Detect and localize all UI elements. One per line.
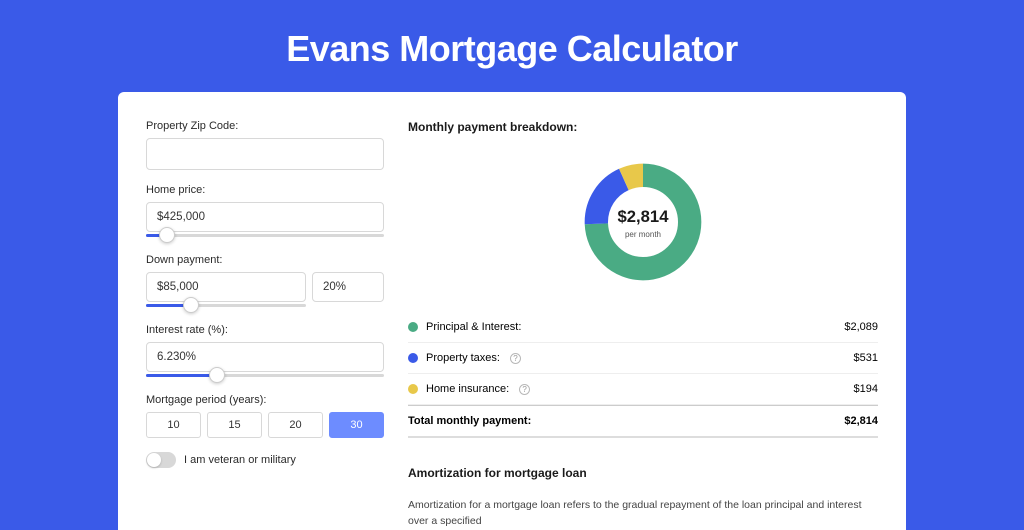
home-price-label: Home price: <box>146 184 384 196</box>
down-payment-input[interactable] <box>146 272 306 302</box>
legend-value: $194 <box>854 383 878 395</box>
donut-center-sub: per month <box>625 230 661 239</box>
down-payment-slider[interactable] <box>146 304 306 307</box>
zip-input[interactable] <box>146 138 384 170</box>
amortization-body: Amortization for a mortgage loan refers … <box>408 498 878 530</box>
legend-total-value: $2,814 <box>844 415 878 427</box>
veteran-row: I am veteran or military <box>146 452 384 468</box>
veteran-label: I am veteran or military <box>184 454 296 466</box>
legend-item-insurance: Home insurance: ? $194 <box>408 374 878 405</box>
interest-label: Interest rate (%): <box>146 324 384 336</box>
breakdown-panel: Monthly payment breakdown: $2,814 per mo… <box>408 120 878 530</box>
amortization-section: Amortization for mortgage loan Amortizat… <box>408 466 878 530</box>
amortization-title: Amortization for mortgage loan <box>408 466 878 480</box>
donut-chart: $2,814 per month <box>408 152 878 292</box>
donut-center-value: $2,814 <box>618 207 670 226</box>
period-button-30[interactable]: 30 <box>329 412 384 438</box>
legend-value: $531 <box>854 352 878 364</box>
home-price-slider[interactable] <box>146 234 384 237</box>
slider-thumb-icon[interactable] <box>159 227 175 243</box>
veteran-toggle[interactable] <box>146 452 176 468</box>
zip-group: Property Zip Code: <box>146 120 384 170</box>
home-price-group: Home price: <box>146 184 384 232</box>
legend-total-label: Total monthly payment: <box>408 415 531 427</box>
legend-item-total: Total monthly payment: $2,814 <box>408 405 878 438</box>
down-payment-pct-input[interactable] <box>312 272 384 302</box>
down-payment-group: Down payment: <box>146 254 384 302</box>
info-icon[interactable]: ? <box>519 384 530 395</box>
legend-label: Home insurance: <box>426 383 509 395</box>
period-button-20[interactable]: 20 <box>268 412 323 438</box>
period-group: Mortgage period (years): 10 15 20 30 <box>146 394 384 438</box>
period-button-10[interactable]: 10 <box>146 412 201 438</box>
slider-thumb-icon[interactable] <box>209 367 225 383</box>
legend-dot-icon <box>408 322 418 332</box>
down-payment-label: Down payment: <box>146 254 384 266</box>
period-buttons: 10 15 20 30 <box>146 412 384 438</box>
legend-label: Property taxes: <box>426 352 500 364</box>
calculator-card: Property Zip Code: Home price: Down paym… <box>118 92 906 530</box>
legend-item-taxes: Property taxes: ? $531 <box>408 343 878 374</box>
legend-dot-icon <box>408 353 418 363</box>
page-title: Evans Mortgage Calculator <box>0 0 1024 92</box>
legend-dot-icon <box>408 384 418 394</box>
legend-value: $2,089 <box>844 321 878 333</box>
input-panel: Property Zip Code: Home price: Down paym… <box>146 120 384 530</box>
donut-svg: $2,814 per month <box>573 152 713 292</box>
breakdown-title: Monthly payment breakdown: <box>408 120 878 134</box>
legend-label: Principal & Interest: <box>426 321 521 333</box>
slider-thumb-icon[interactable] <box>183 297 199 313</box>
interest-slider[interactable] <box>146 374 384 377</box>
period-label: Mortgage period (years): <box>146 394 384 406</box>
toggle-knob-icon <box>147 453 161 467</box>
zip-label: Property Zip Code: <box>146 120 384 132</box>
home-price-input[interactable] <box>146 202 384 232</box>
period-button-15[interactable]: 15 <box>207 412 262 438</box>
legend-item-principal: Principal & Interest: $2,089 <box>408 312 878 343</box>
interest-group: Interest rate (%): <box>146 324 384 372</box>
legend: Principal & Interest: $2,089 Property ta… <box>408 312 878 438</box>
info-icon[interactable]: ? <box>510 353 521 364</box>
interest-input[interactable] <box>146 342 384 372</box>
